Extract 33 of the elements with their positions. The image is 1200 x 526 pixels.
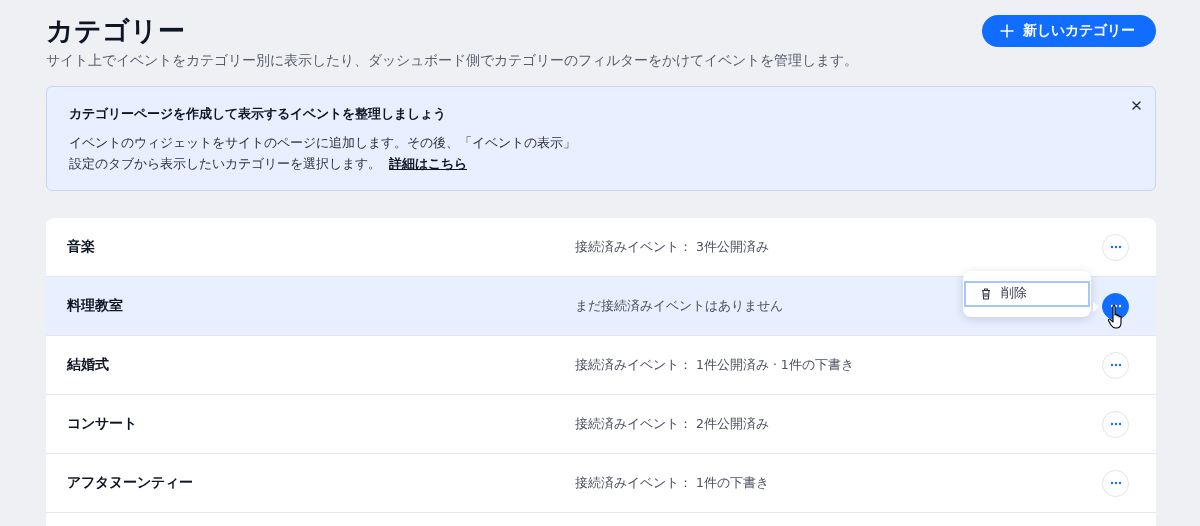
learn-more-link[interactable]: 詳細はこちら <box>389 156 467 171</box>
pointer-caret-icon <box>1093 301 1099 312</box>
category-row[interactable]: 結婚式 接続済みイベント： 1件公開済み · 1件の下書き <box>46 336 1156 395</box>
banner-text: 設定のタブから表示したいカテゴリーを選択します。 <box>69 156 381 171</box>
more-actions-button[interactable] <box>1102 351 1129 379</box>
event-count: 接続済みイベント： 1件の下書き <box>575 474 769 492</box>
event-count: 接続済みイベント： 1件公開済み · 1件の下書き <box>575 356 854 374</box>
more-actions-button[interactable] <box>1102 469 1129 497</box>
page-subtitle: サイト上でイベントをカテゴリー別に表示したり、ダッシュボード側でカテゴリーのフィルターをかけてイベントを管理します。 <box>46 52 858 70</box>
trash-icon <box>981 287 991 300</box>
close-icon[interactable] <box>1132 101 1141 110</box>
delete-menu-item[interactable]: 削除 <box>964 280 1090 307</box>
event-count: 接続済みイベント： 2件公開済み <box>575 415 769 433</box>
category-row[interactable]: コンサート 接続済みイベント： 2件公開済み <box>46 395 1156 454</box>
category-name: 料理教室 <box>67 297 124 315</box>
plus-icon <box>1000 24 1014 38</box>
category-name: コンサート <box>67 415 138 433</box>
more-actions-button[interactable] <box>1102 233 1129 261</box>
category-row[interactable]: アフタヌーンティー 接続済みイベント： 1件の下書き <box>46 454 1156 513</box>
more-icon <box>1109 363 1122 367</box>
banner-text: イベントのウィジェットをサイトのページに追加します。その後、「イベントの表示」 <box>69 134 577 152</box>
event-count: まだ接続済みイベントはありません <box>575 297 783 315</box>
more-icon <box>1109 422 1122 426</box>
category-name: 結婚式 <box>67 356 110 374</box>
more-actions-button[interactable] <box>1102 410 1129 438</box>
page-title: カテゴリー <box>46 14 186 48</box>
more-icon <box>1109 245 1122 249</box>
event-count: 接続済みイベント： 3件公開済み <box>575 238 769 256</box>
category-name: 音楽 <box>67 238 96 256</box>
new-category-button[interactable]: 新しいカテゴリー <box>982 15 1156 47</box>
banner-title: カテゴリーページを作成して表示するイベントを整理しましょう <box>69 105 447 123</box>
more-icon <box>1109 481 1122 485</box>
category-name: アフタヌーンティー <box>67 474 194 492</box>
